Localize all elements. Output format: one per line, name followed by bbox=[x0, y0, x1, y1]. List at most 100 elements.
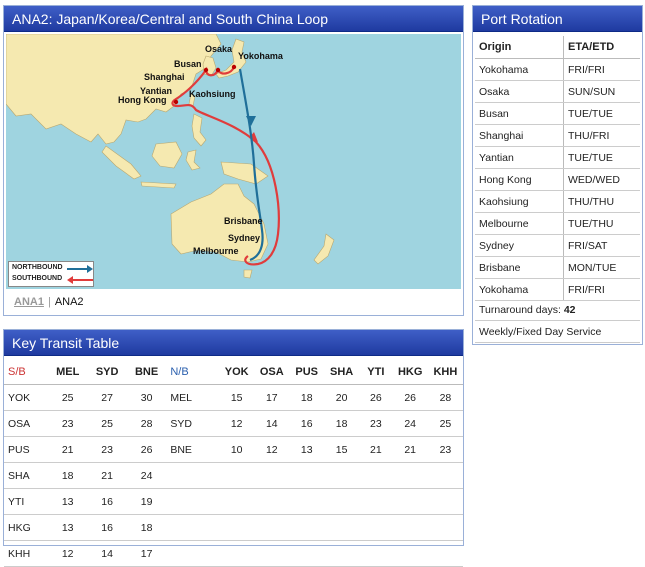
key-transit-table: S/B MEL SYD BNE N/B YOK OSA PUS SHA YTI HKG KHH YOK… bbox=[4, 360, 463, 567]
rotation-port: Osaka bbox=[475, 80, 564, 103]
rotation-eta-etd: MON/TUE bbox=[563, 256, 640, 279]
java-landmass bbox=[140, 181, 177, 189]
empty-cell bbox=[166, 488, 220, 515]
port-rotation-header-row: Origin ETA/ETD bbox=[475, 36, 640, 59]
nb-transit-days: 15 bbox=[219, 384, 255, 411]
sb-transit-days: 12 bbox=[47, 540, 88, 567]
nb-origin: MEL bbox=[166, 384, 220, 411]
rotation-port: Brisbane bbox=[475, 256, 564, 279]
key-transit-header-row: S/B MEL SYD BNE N/B YOK OSA PUS SHA YTI HKG KHH bbox=[4, 360, 463, 385]
port-dot-yokohama bbox=[231, 64, 237, 70]
nb-transit-days: 17 bbox=[254, 384, 290, 411]
header-origin: Origin bbox=[475, 36, 564, 59]
rotation-port: Hong Kong bbox=[475, 168, 564, 191]
sb-transit-days: 13 bbox=[47, 514, 88, 541]
port-rotation-table: Origin ETA/ETD Yokohama FRI/FRI Osaka SUN/S… bbox=[475, 36, 640, 301]
port-dot-hong-kong bbox=[173, 99, 179, 105]
sumatra-landmass bbox=[101, 145, 142, 180]
sb-transit-days: 24 bbox=[126, 462, 167, 489]
legend-northbound-label: NORTHBOUND bbox=[12, 264, 63, 271]
empty-cell bbox=[427, 514, 463, 541]
rotation-eta-etd: THU/THU bbox=[563, 190, 640, 213]
port-rotation-panel: Port Rotation Origin ETA/ETD Yokohama FRI… bbox=[472, 5, 643, 345]
sb-origin: YTI bbox=[4, 488, 48, 515]
label-shanghai: Shanghai bbox=[144, 72, 185, 82]
rotation-row: Brisbane MON/TUE bbox=[475, 256, 640, 279]
sb-transit-days: 18 bbox=[47, 462, 88, 489]
empty-cell bbox=[359, 514, 393, 541]
empty-cell bbox=[427, 540, 463, 567]
empty-cell bbox=[166, 462, 220, 489]
northbound-arrow-head bbox=[246, 116, 256, 126]
sb-transit-days: 21 bbox=[47, 436, 88, 463]
rotation-eta-etd: THU/FRI bbox=[563, 124, 640, 147]
sb-transit-days: 18 bbox=[126, 514, 167, 541]
transit-row: YTI 13 16 19 bbox=[4, 488, 463, 515]
tab-ana1[interactable]: ANA1 bbox=[14, 296, 44, 308]
turnaround-value: 42 bbox=[563, 304, 576, 316]
sb-header-col: BNE bbox=[126, 360, 167, 385]
nb-origin: SYD bbox=[166, 410, 220, 437]
empty-cell bbox=[392, 462, 428, 489]
sb-transit-days: 23 bbox=[47, 410, 88, 437]
empty-cell bbox=[427, 462, 463, 489]
port-dot-osaka bbox=[215, 67, 221, 73]
nb-transit-days: 24 bbox=[392, 410, 428, 437]
empty-cell bbox=[392, 514, 428, 541]
rotation-eta-etd: FRI/FRI bbox=[563, 58, 640, 81]
rotation-row: Shanghai THU/FRI bbox=[475, 124, 640, 147]
nb-transit-days: 15 bbox=[324, 436, 360, 463]
port-dot-busan bbox=[203, 67, 209, 73]
label-kaohsiung: Kaohsiung bbox=[189, 89, 236, 99]
empty-cell bbox=[289, 514, 325, 541]
tab-separator: | bbox=[47, 296, 51, 308]
transit-row: KHH 12 14 17 bbox=[4, 540, 463, 567]
key-transit-panel: Key Transit Table S/B MEL SYD BNE N/B YOK OSA P… bbox=[3, 329, 464, 567]
nb-transit-days: 20 bbox=[324, 384, 360, 411]
nb-transit-days: 28 bbox=[427, 384, 463, 411]
new-guinea-landmass bbox=[220, 161, 269, 185]
rotation-row: Yokohama FRI/FRI bbox=[475, 278, 640, 301]
sb-origin: SHA bbox=[4, 462, 48, 489]
nb-transit-days: 21 bbox=[359, 436, 393, 463]
sb-origin: YOK bbox=[4, 384, 48, 411]
nb-transit-days: 14 bbox=[254, 410, 290, 437]
nb-origin: BNE bbox=[166, 436, 220, 463]
empty-cell bbox=[289, 462, 325, 489]
empty-cell bbox=[324, 462, 360, 489]
sb-header-label: S/B bbox=[4, 360, 48, 385]
empty-cell bbox=[254, 462, 290, 489]
label-yokohama: Yokohama bbox=[238, 51, 283, 61]
transit-row: HKG 13 16 18 bbox=[4, 514, 463, 541]
port-rotation-title: Port Rotation bbox=[473, 6, 642, 32]
label-melbourne: Melbourne bbox=[193, 246, 239, 256]
rotation-port: Melbourne bbox=[475, 212, 564, 235]
sb-header-col: SYD bbox=[87, 360, 127, 385]
rotation-row: Hong Kong WED/WED bbox=[475, 168, 640, 191]
sb-origin: OSA bbox=[4, 410, 48, 437]
route-legend: NORTHBOUND SOUTHBOUND bbox=[8, 261, 94, 287]
empty-cell bbox=[392, 540, 428, 567]
rotation-port: Sydney bbox=[475, 234, 564, 257]
nb-transit-days: 26 bbox=[359, 384, 393, 411]
sb-origin: HKG bbox=[4, 514, 48, 541]
key-transit-title: Key Transit Table bbox=[4, 330, 463, 356]
rotation-port: Yokohama bbox=[475, 278, 564, 301]
tab-ana2[interactable]: ANA2 bbox=[55, 296, 84, 308]
rotation-row: Sydney FRI/SAT bbox=[475, 234, 640, 257]
label-hong-kong: Hong Kong bbox=[118, 95, 167, 105]
rotation-eta-etd: TUE/TUE bbox=[563, 102, 640, 125]
rotation-eta-etd: TUE/THU bbox=[563, 212, 640, 235]
nb-header-label: N/B bbox=[166, 360, 220, 385]
service-tabs: ANA1 | ANA2 bbox=[6, 291, 461, 313]
empty-cell bbox=[289, 540, 325, 567]
route-map-title: ANA2: Japan/Korea/Central and South Chin… bbox=[4, 6, 463, 32]
transit-row: PUS 21 23 26 BNE 10 12 13 15 21 21 23 bbox=[4, 436, 463, 463]
nb-header-col: YTI bbox=[359, 360, 393, 385]
rotation-eta-etd: FRI/SAT bbox=[563, 234, 640, 257]
sb-origin: KHH bbox=[4, 540, 48, 567]
nb-transit-days: 25 bbox=[427, 410, 463, 437]
service-note: Weekly/Fixed Day Service bbox=[475, 322, 640, 343]
nb-transit-days: 23 bbox=[359, 410, 393, 437]
empty-cell bbox=[219, 488, 255, 515]
